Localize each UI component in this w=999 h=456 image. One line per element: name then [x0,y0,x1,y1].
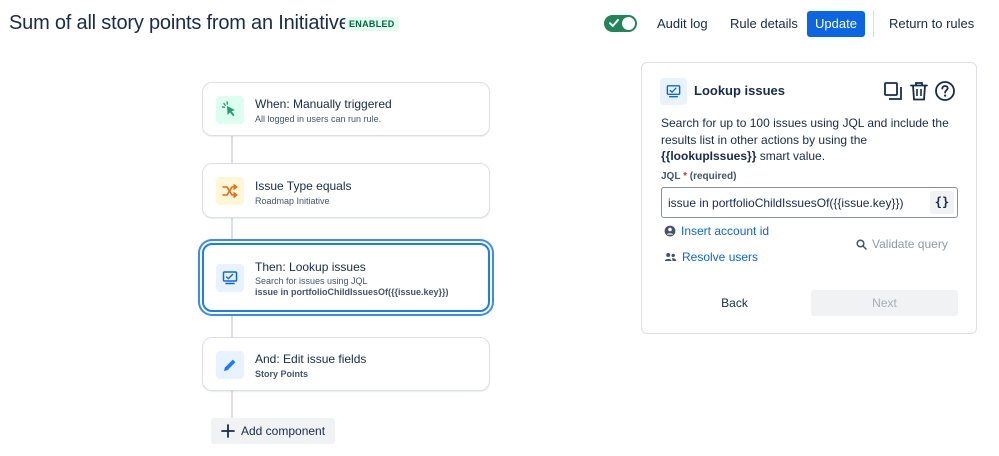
component-subtitle: Roadmap Initiative [255,196,330,206]
search-icon [856,238,867,250]
description-text: Search for up to 100 issues using JQL an… [661,116,949,147]
panel-description: Search for up to 100 issues using JQL an… [661,115,961,165]
monitor-icon [222,271,238,285]
rule-enabled-toggle[interactable] [604,15,637,32]
component-config-panel: Lookup issues Search for up to 100 issue… [641,62,977,334]
component-subtitle: Story Points [255,369,309,379]
cursor-click-icon [221,101,235,117]
smart-values-button[interactable]: {} [930,191,954,214]
component-title: Issue Type equals [255,179,352,193]
flow-connector [231,391,233,419]
flow-connector [231,312,233,337]
component-subtitle: All logged in users can run rule. [255,114,382,124]
component-title: Then: Lookup issues [255,260,366,274]
resolve-users-label: Resolve users [682,250,759,264]
description-text-end: smart value. [756,149,826,163]
panel-title: Lookup issues [694,83,786,98]
jql-label: JQL * (required) [661,171,736,182]
add-component-button[interactable]: Add component [211,418,335,444]
person-circle-icon [664,225,676,237]
people-icon [664,253,677,261]
component-title: And: Edit issue fields [255,352,367,366]
header-divider [873,10,874,37]
trash-icon [910,82,928,101]
copy-icon [884,82,902,100]
jql-input[interactable] [668,188,923,217]
add-component-label: Add component [241,424,326,438]
audit-log-button[interactable]: Audit log [657,11,708,37]
resolve-users-link[interactable]: Resolve users [664,250,758,264]
validate-query-button[interactable]: Validate query [856,237,948,251]
component-card-trigger[interactable]: When: Manually triggered All logged in u… [202,82,490,136]
toggle-knob [622,17,635,30]
next-button[interactable]: Next [811,290,958,316]
required-text: (required) [689,171,737,182]
component-detail: issue in portfolioChildIssuesOf({{issue.… [255,287,449,297]
validate-query-label: Validate query [872,237,948,251]
monitor-icon [666,85,681,98]
back-button[interactable]: Back [661,290,808,316]
smart-value-text: {{lookupIssues}} [661,149,757,163]
help-button[interactable] [934,80,956,102]
component-card-lookup-issues[interactable]: Then: Lookup issues Search for issues us… [202,243,490,312]
rule-details-button[interactable]: Rule details [730,11,798,37]
component-card-edit-issue[interactable]: And: Edit issue fields Story Points [202,337,490,391]
update-button[interactable]: Update [807,11,865,37]
jql-field: {} [661,187,958,218]
flow-connector [231,218,233,243]
pencil-icon [224,359,236,371]
rule-header: Sum of all story points from an Initiati… [0,0,999,48]
insert-account-id-link[interactable]: Insert account id [664,224,769,238]
help-icon [935,81,955,101]
edit-icon-box [216,351,244,379]
plus-icon [221,424,235,438]
return-to-rules-button[interactable]: Return to rules [889,11,974,37]
component-title: When: Manually triggered [255,97,392,111]
component-card-condition[interactable]: Issue Type equals Roadmap Initiative [202,163,490,218]
required-marker: * [683,171,687,182]
delete-button[interactable] [908,80,930,102]
condition-icon-box [216,177,244,205]
jql-label-text: JQL [661,171,681,182]
flow-connector [231,136,233,163]
status-badge: ENABLED [345,17,399,31]
component-subtitle: Search for issues using JQL [255,276,368,286]
action-icon-box [216,264,244,292]
insert-account-id-label: Insert account id [681,224,770,238]
shuffle-icon [222,184,238,198]
rule-title: Sum of all story points from an Initiati… [9,12,350,34]
check-icon [609,19,619,27]
copy-button[interactable] [882,80,904,102]
trigger-icon-box [216,96,244,124]
panel-icon-box [660,78,687,105]
